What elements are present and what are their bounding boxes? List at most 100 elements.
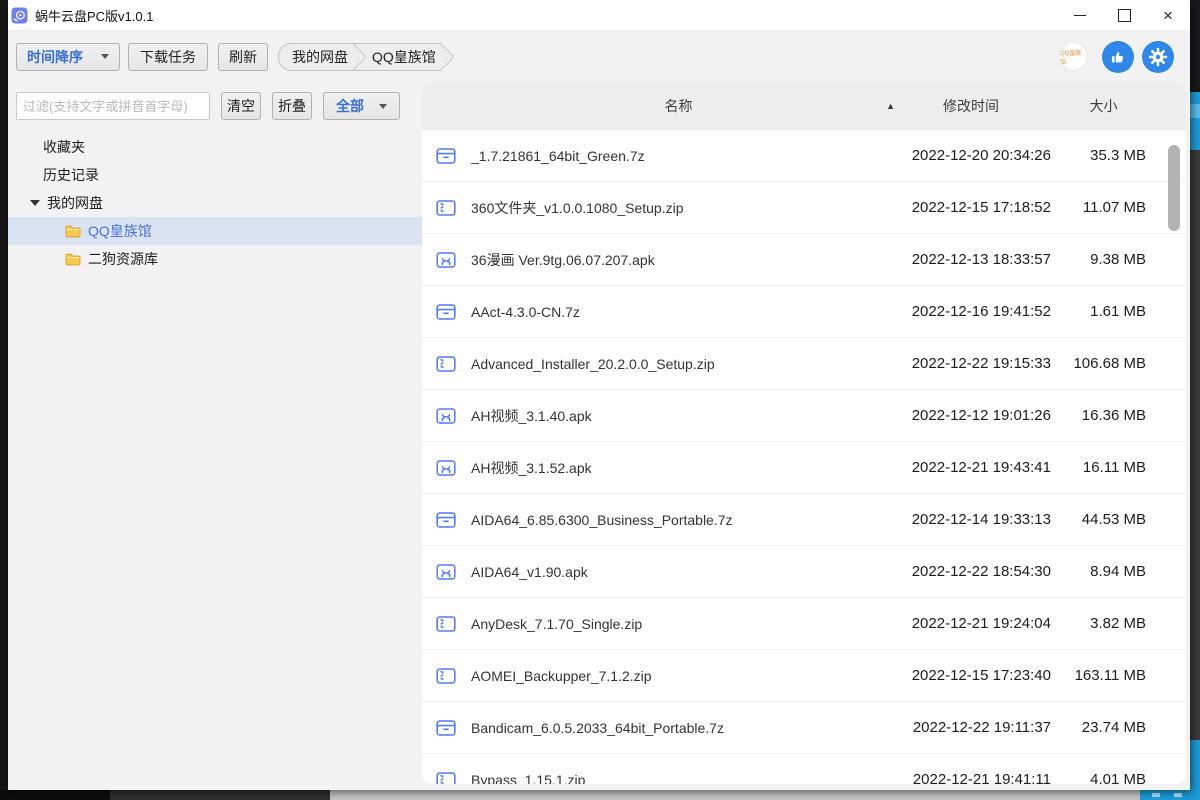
file-name: AnyDesk_7.1.70_Single.zip (471, 616, 891, 632)
titlebar: 蜗牛云盘PC版v1.0.1 × (8, 0, 1190, 31)
file-name: AAct-4.3.0-CN.7z (471, 304, 891, 320)
close-button[interactable]: × (1146, 0, 1190, 30)
file-row[interactable]: _1.7.21861_64bit_Green.7z2022-12-20 20:3… (422, 130, 1186, 182)
file-row[interactable]: AnyDesk_7.1.70_Single.zip2022-12-21 19:2… (422, 598, 1186, 650)
file-row[interactable]: Advanced_Installer_20.2.0.0_Setup.zip202… (422, 338, 1186, 390)
file-row[interactable]: AH视频_3.1.52.apk2022-12-21 19:43:4116.11 … (422, 442, 1186, 494)
taskbar-strip (0, 790, 1200, 800)
file-size: 9.38 MB (1051, 251, 1146, 268)
file-modified-time: 2022-12-13 18:33:57 (891, 251, 1051, 268)
tree-item-label: 我的网盘 (47, 193, 103, 213)
download-tasks-button[interactable]: 下载任务 (128, 43, 208, 71)
file-modified-time: 2022-12-20 20:34:26 (891, 147, 1051, 164)
7z-file-icon (436, 147, 456, 165)
file-size: 11.07 MB (1051, 199, 1146, 216)
tree-item-label: QQ皇族馆 (88, 221, 152, 241)
file-size: 44.53 MB (1051, 511, 1146, 528)
zip-file-icon (436, 771, 456, 785)
file-name: AIDA64_v1.90.apk (471, 564, 891, 580)
refresh-button[interactable]: 刷新 (218, 43, 268, 71)
file-row[interactable]: AAct-4.3.0-CN.7z2022-12-16 19:41:521.61 … (422, 286, 1186, 338)
7z-file-icon (436, 719, 456, 737)
header-name[interactable]: 名称 ▲ (436, 96, 891, 116)
file-modified-time: 2022-12-21 19:43:41 (891, 459, 1051, 476)
sidebar-tree: 收藏夹历史记录我的网盘 QQ皇族馆 二狗资源库 (8, 133, 422, 273)
file-name: Advanced_Installer_20.2.0.0_Setup.zip (471, 356, 891, 372)
file-size: 1.61 MB (1051, 303, 1146, 320)
gear-icon (1148, 47, 1168, 67)
window-title: 蜗牛云盘PC版v1.0.1 (35, 6, 153, 25)
settings-button[interactable] (1142, 41, 1174, 73)
file-modified-time: 2022-12-21 19:24:04 (891, 615, 1051, 632)
file-name: 36漫画 Ver.9tg.06.07.207.apk (471, 250, 891, 270)
file-row[interactable]: AIDA64_6.85.6300_Business_Portable.7z202… (422, 494, 1186, 546)
file-modified-time: 2022-12-14 19:33:13 (891, 511, 1051, 528)
apk-file-icon (436, 563, 456, 581)
file-row[interactable]: AIDA64_v1.90.apk2022-12-22 18:54:308.94 … (422, 546, 1186, 598)
file-row[interactable]: AH视频_3.1.40.apk2022-12-12 19:01:2616.36 … (422, 390, 1186, 442)
file-modified-time: 2022-12-22 18:54:30 (891, 563, 1051, 580)
collapse-button[interactable]: 折叠 (272, 92, 312, 120)
sort-order-label: 时间降序 (27, 47, 83, 67)
file-row[interactable]: 360文件夹_v1.0.0.1080_Setup.zip2022-12-15 1… (422, 182, 1186, 234)
file-name: Bypass_1.15.1.zip (471, 772, 891, 785)
site-logo-badge[interactable]: QQ皇族馆 (1060, 43, 1087, 70)
file-row[interactable]: Bypass_1.15.1.zip2022-12-21 19:41:114.01… (422, 754, 1186, 784)
file-rows: _1.7.21861_64bit_Green.7z2022-12-20 20:3… (422, 130, 1186, 784)
file-size: 3.82 MB (1051, 615, 1146, 632)
file-row[interactable]: 36漫画 Ver.9tg.06.07.207.apk2022-12-13 18:… (422, 234, 1186, 286)
file-modified-time: 2022-12-22 19:11:37 (891, 719, 1051, 736)
apk-file-icon (436, 251, 456, 269)
file-size: 106.68 MB (1051, 355, 1146, 372)
like-button[interactable] (1102, 41, 1134, 73)
sort-order-dropdown[interactable]: 时间降序 (16, 43, 120, 71)
file-modified-time: 2022-12-21 19:41:11 (891, 771, 1051, 784)
tree-item-label: 二狗资源库 (88, 249, 158, 269)
file-size: 35.3 MB (1051, 147, 1146, 164)
file-name: AOMEI_Backupper_7.1.2.zip (471, 668, 891, 684)
zip-file-icon (436, 615, 456, 633)
sidebar-item-QQ皇族馆[interactable]: QQ皇族馆 (8, 217, 422, 245)
header-modified[interactable]: 修改时间 (891, 96, 1051, 116)
clear-filter-button[interactable]: 清空 (221, 92, 261, 120)
thumb-up-icon (1109, 48, 1127, 66)
expander-triangle-icon[interactable] (30, 200, 40, 206)
folder-icon (65, 253, 81, 266)
file-size: 16.11 MB (1051, 459, 1146, 476)
sidebar-item-我的网盘[interactable]: 我的网盘 (8, 189, 422, 217)
file-size: 23.74 MB (1051, 719, 1146, 736)
file-size: 4.01 MB (1051, 771, 1146, 784)
file-name: 360文件夹_v1.0.0.1080_Setup.zip (471, 198, 891, 218)
background-window-edge (1190, 0, 1200, 800)
zip-file-icon (436, 199, 456, 217)
file-size: 16.36 MB (1051, 407, 1146, 424)
file-name: AIDA64_6.85.6300_Business_Portable.7z (471, 512, 891, 528)
file-size: 163.11 MB (1051, 667, 1146, 684)
header-size[interactable]: 大小 (1051, 96, 1146, 116)
7z-file-icon (436, 511, 456, 529)
file-row[interactable]: AOMEI_Backupper_7.1.2.zip2022-12-15 17:2… (422, 650, 1186, 702)
7z-file-icon (436, 303, 456, 321)
breadcrumb-item-root[interactable]: 我的网盘 (278, 43, 354, 71)
file-modified-time: 2022-12-12 19:01:26 (891, 407, 1051, 424)
file-name: AH视频_3.1.40.apk (471, 406, 891, 426)
sidebar-item-收藏夹[interactable]: 收藏夹 (8, 133, 422, 161)
sidebar-item-二狗资源库[interactable]: 二狗资源库 (8, 245, 422, 273)
tree-item-label: 历史记录 (43, 165, 99, 185)
breadcrumb-item-current[interactable]: QQ皇族馆 (354, 43, 442, 71)
sidebar-item-历史记录[interactable]: 历史记录 (8, 161, 422, 189)
scrollbar-thumb[interactable] (1168, 145, 1180, 231)
filter-input[interactable] (16, 92, 210, 120)
maximize-button[interactable] (1102, 0, 1146, 30)
sidebar: 清空 折叠 全部 收藏夹历史记录我的网盘 QQ皇族馆 二狗资源库 (8, 82, 422, 784)
zip-file-icon (436, 667, 456, 685)
chevron-down-icon (379, 104, 387, 109)
tree-item-label: 收藏夹 (43, 137, 85, 157)
zip-file-icon (436, 355, 456, 373)
file-row[interactable]: Bandicam_6.0.5.2033_64bit_Portable.7z202… (422, 702, 1186, 754)
app-window: 蜗牛云盘PC版v1.0.1 × 时间降序 下载任务 刷新 我的网盘 QQ皇族馆 … (8, 0, 1190, 790)
table-header: 名称 ▲ 修改时间 大小 (422, 82, 1186, 130)
file-modified-time: 2022-12-22 19:15:33 (891, 355, 1051, 372)
type-filter-dropdown[interactable]: 全部 (323, 92, 400, 120)
minimize-button[interactable] (1058, 0, 1102, 30)
